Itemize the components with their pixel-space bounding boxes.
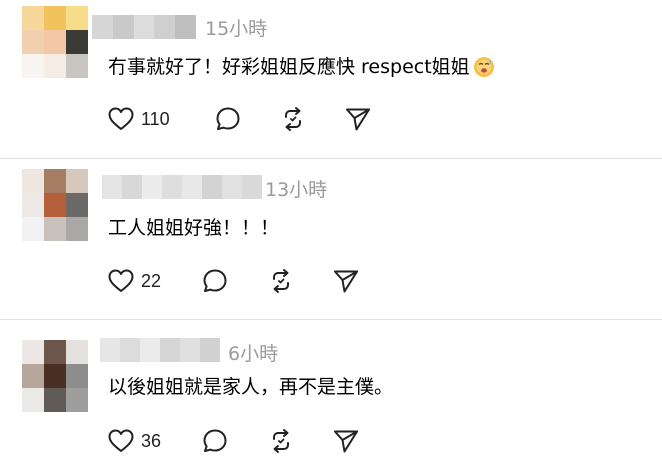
username-pixel: [180, 338, 200, 362]
comment-text-content: 冇事就好了！好彩姐姐反應快 respect姐姐: [108, 56, 470, 78]
reply-button[interactable]: [202, 267, 228, 295]
send-icon: [346, 108, 370, 131]
share-button[interactable]: [332, 267, 360, 295]
username-pixel: [182, 175, 202, 199]
comment-bubble-icon: [216, 107, 240, 130]
username-pixel: [202, 175, 222, 199]
like-count: 36: [141, 430, 162, 451]
avatar-pixel: [22, 54, 44, 78]
avatar-pixel: [44, 340, 66, 364]
comment-text-content: 工人姐姐好強！！！: [108, 217, 280, 239]
like-count: 110: [141, 108, 170, 129]
avatar-pixel: [44, 30, 66, 54]
like-count: 22: [141, 270, 162, 291]
avatar-pixel: [22, 169, 44, 193]
username-pixel: [162, 175, 182, 199]
heart-icon: [108, 269, 134, 292]
username-pixel: [222, 175, 242, 199]
username[interactable]: [92, 15, 196, 39]
comment-bubble-icon: [203, 429, 227, 452]
comment-bubble-icon: [203, 269, 227, 292]
avatar[interactable]: [22, 169, 88, 241]
like-button[interactable]: 22: [107, 267, 161, 295]
comment-1: 15小時 冇事就好了！好彩姐姐反應快 respect姐姐 110: [0, 0, 662, 158]
timestamp[interactable]: 13小時: [265, 178, 327, 202]
username-pixel: [100, 338, 120, 362]
avatar-pixel: [44, 364, 66, 388]
smiling-face-with-sweat-emoji: [473, 56, 495, 78]
avatar-pixel: [66, 388, 88, 412]
username-pixel: [200, 338, 220, 362]
repost-icon: [273, 269, 289, 293]
send-icon: [334, 430, 358, 453]
avatar-pixel: [44, 169, 66, 193]
share-button[interactable]: [332, 427, 360, 455]
avatar-pixel: [22, 388, 44, 412]
avatar-pixel: [44, 388, 66, 412]
username-pixel: [242, 175, 262, 199]
avatar-pixel: [22, 364, 44, 388]
username-pixel: [133, 15, 155, 39]
repost-button[interactable]: [268, 427, 294, 455]
avatar-pixel: [44, 193, 66, 217]
username-pixel: [92, 15, 113, 39]
repost-icon: [285, 107, 301, 131]
username-pixel: [160, 338, 180, 362]
comment-2: 13小時 工人姐姐好強！！！ 22: [0, 159, 662, 319]
avatar[interactable]: [22, 340, 88, 412]
comment-text: 工人姐姐好強！！！: [108, 214, 279, 242]
heart-icon: [108, 107, 134, 130]
repost-button[interactable]: [268, 267, 294, 295]
send-icon: [334, 270, 358, 293]
repost-icon: [273, 429, 289, 453]
username-pixel: [112, 15, 134, 39]
reply-button[interactable]: [215, 105, 241, 133]
username-pixel: [102, 175, 122, 199]
avatar-pixel: [22, 193, 44, 217]
avatar-pixel: [44, 6, 66, 30]
username[interactable]: [102, 175, 262, 199]
avatar-pixel: [22, 217, 44, 241]
share-button[interactable]: [344, 105, 372, 133]
like-button[interactable]: 36: [107, 427, 161, 455]
username[interactable]: [100, 338, 220, 362]
avatar-pixel: [44, 54, 66, 78]
comment-text: 以後姐姐就是家人，再不是主僕。: [108, 373, 393, 401]
timestamp[interactable]: 15小時: [205, 17, 267, 41]
username-pixel: [122, 175, 142, 199]
avatar-pixel: [66, 169, 88, 193]
repost-button[interactable]: [280, 105, 306, 133]
username-pixel: [140, 338, 160, 362]
avatar-pixel: [66, 54, 88, 78]
username-pixel: [175, 15, 196, 39]
avatar[interactable]: [22, 6, 88, 78]
avatar-pixel: [66, 340, 88, 364]
reply-button[interactable]: [202, 427, 228, 455]
username-pixel: [120, 338, 140, 362]
avatar-pixel: [66, 193, 88, 217]
username-pixel: [142, 175, 162, 199]
avatar-pixel: [22, 30, 44, 54]
comment-text: 冇事就好了！好彩姐姐反應快 respect姐姐: [108, 53, 495, 81]
comment-text-content: 以後姐姐就是家人，再不是主僕。: [108, 376, 394, 398]
username-pixel: [154, 15, 176, 39]
avatar-pixel: [22, 340, 44, 364]
avatar-pixel: [66, 30, 88, 54]
comment-3: 6小時 以後姐姐就是家人，再不是主僕。 36: [0, 320, 662, 472]
avatar-pixel: [66, 364, 88, 388]
avatar-pixel: [66, 6, 88, 30]
avatar-pixel: [22, 6, 44, 30]
avatar-pixel: [66, 217, 88, 241]
avatar-pixel: [44, 217, 66, 241]
like-button[interactable]: 110: [107, 105, 170, 133]
heart-icon: [108, 429, 134, 452]
timestamp[interactable]: 6小時: [228, 342, 278, 366]
